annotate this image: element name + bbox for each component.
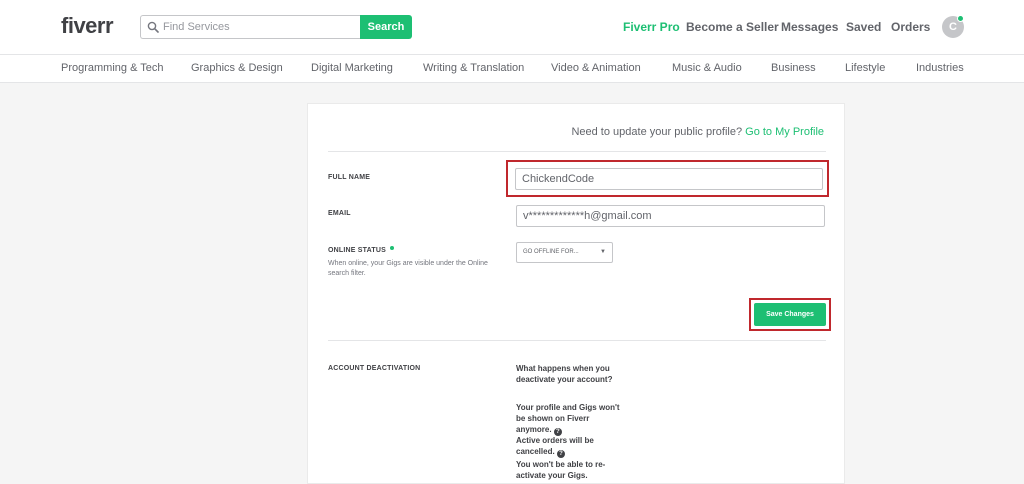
search-input[interactable]	[163, 16, 357, 38]
online-status-label: ONLINE STATUS	[328, 246, 394, 254]
divider	[328, 151, 826, 152]
question-icon[interactable]: ?	[556, 450, 565, 458]
category-graphics-design[interactable]: Graphics & Design	[191, 62, 283, 74]
chevron-down-icon: ▼	[600, 249, 606, 255]
search-icon	[147, 21, 159, 33]
search-box[interactable]	[140, 15, 360, 39]
nav-messages[interactable]: Messages	[781, 20, 838, 34]
category-music-audio[interactable]: Music & Audio	[672, 62, 742, 74]
deactivation-item: Your profile and Gigs won't be shown on …	[516, 402, 626, 436]
nav-saved[interactable]: Saved	[846, 20, 881, 34]
online-status-dot	[389, 246, 394, 250]
deactivation-item: Active orders will be cancelled. ?	[516, 435, 626, 458]
email-field[interactable]	[516, 205, 825, 227]
profile-prompt: Need to update your public profile? Go t…	[571, 126, 824, 138]
search-button[interactable]: Search	[360, 15, 412, 39]
category-lifestyle[interactable]: Lifestyle	[845, 62, 885, 74]
email-label: EMAIL	[328, 210, 351, 217]
category-digital-marketing[interactable]: Digital Marketing	[311, 62, 393, 74]
fiverr-logo[interactable]: fiverr	[61, 13, 114, 39]
category-bar: Programming & Tech Graphics & Design Dig…	[0, 55, 1024, 83]
account-deactivation-label: ACCOUNT DEACTIVATION	[328, 365, 421, 372]
online-status-label-text: ONLINE STATUS	[328, 247, 386, 254]
nav-become-seller[interactable]: Become a Seller	[686, 20, 779, 34]
account-settings-card: Need to update your public profile? Go t…	[307, 103, 845, 484]
deactivation-item: You won't be able to re-activate your Gi…	[516, 459, 626, 481]
go-offline-select[interactable]: GO OFFLINE FOR... ▼	[516, 242, 613, 263]
category-business[interactable]: Business	[771, 62, 816, 74]
full-name-label: FULL NAME	[328, 174, 371, 181]
category-writing-translation[interactable]: Writing & Translation	[423, 62, 524, 74]
deactivation-item-text: You won't be able to re-activate your Gi…	[516, 460, 606, 480]
go-offline-select-value: GO OFFLINE FOR...	[523, 249, 579, 255]
deactivation-item-text: Your profile and Gigs won't be shown on …	[516, 403, 620, 434]
go-to-profile-link[interactable]: Go to My Profile	[745, 126, 824, 138]
category-industries[interactable]: Industries	[916, 62, 964, 74]
online-indicator-dot	[957, 15, 964, 22]
nav-fiverr-pro[interactable]: Fiverr Pro	[623, 20, 680, 34]
category-programming-tech[interactable]: Programming & Tech	[61, 62, 164, 74]
deactivation-question: What happens when you deactivate your ac…	[516, 364, 613, 384]
deactivation-item-text: Active orders will be cancelled.	[516, 436, 594, 456]
nav-orders[interactable]: Orders	[891, 20, 930, 34]
online-status-help: When online, your Gigs are visible under…	[328, 260, 488, 277]
category-video-animation[interactable]: Video & Animation	[551, 62, 641, 74]
full-name-field[interactable]	[515, 168, 823, 190]
profile-prompt-text: Need to update your public profile?	[571, 126, 743, 138]
divider	[328, 340, 826, 341]
save-changes-button[interactable]: Save Changes	[754, 303, 826, 326]
top-header: fiverr Search Fiverr Pro Become a Seller…	[0, 0, 1024, 55]
